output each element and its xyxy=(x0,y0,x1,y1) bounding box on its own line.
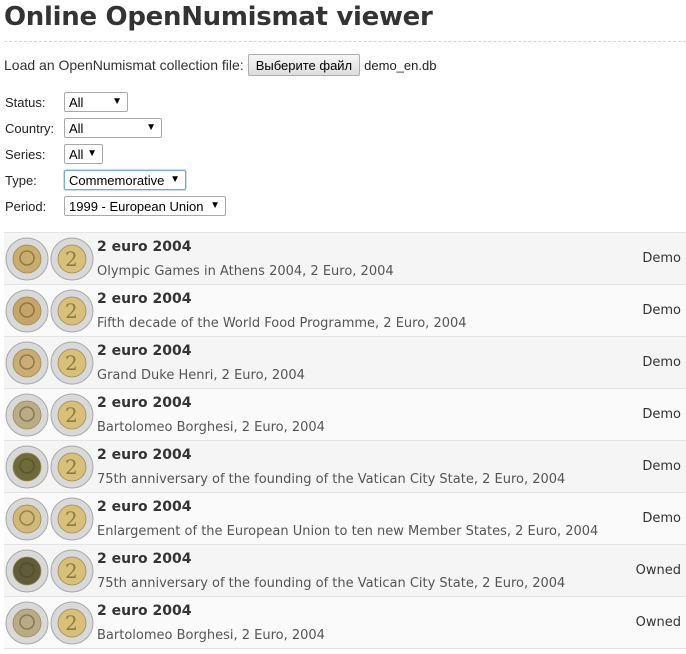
period-filter: Period: 1999 - European Union ▼ xyxy=(5,196,226,216)
type-select[interactable]: Commemorative ▼ xyxy=(64,170,186,190)
period-select-value: 1999 - European Union xyxy=(69,198,204,214)
coin-obverse-image xyxy=(5,289,49,333)
coin-title: 2 euro 2004 xyxy=(97,499,192,515)
coin-status: Demo xyxy=(642,355,681,370)
chevron-down-icon: ▼ xyxy=(87,148,97,159)
file-loader: Load an OpenNumismat collection file: Вы… xyxy=(4,54,436,76)
coin-status: Demo xyxy=(642,251,681,266)
type-select-value: Commemorative xyxy=(69,172,165,188)
coin-description: 75th anniversary of the founding of the … xyxy=(97,576,566,591)
coin-status: Demo xyxy=(642,459,681,474)
coin-reverse-image: 2 xyxy=(50,289,94,333)
coin-list-item[interactable]: 2 2 euro 2004 Fifth decade of the World … xyxy=(4,285,686,337)
chevron-down-icon: ▼ xyxy=(112,96,122,107)
coin-description: Enlargement of the European Union to ten… xyxy=(97,524,599,539)
coin-description: 75th anniversary of the founding of the … xyxy=(97,472,566,487)
coin-title: 2 euro 2004 xyxy=(97,395,192,411)
series-select-value: All xyxy=(69,146,84,162)
coin-obverse-image xyxy=(5,341,49,385)
title-divider xyxy=(4,41,686,42)
coin-list-item[interactable]: 2 2 euro 2004 75th anniversary of the fo… xyxy=(4,545,686,597)
coin-status: Owned xyxy=(635,615,681,630)
coin-description: Fifth decade of the World Food Programme… xyxy=(97,316,467,331)
coin-status: Demo xyxy=(642,511,681,526)
series-select[interactable]: All ▼ xyxy=(64,144,103,164)
coin-list: 2 2 euro 2004 Olympic Games in Athens 20… xyxy=(4,232,686,649)
coin-reverse-image: 2 xyxy=(50,237,94,281)
series-filter-label: Series: xyxy=(5,146,46,162)
coin-title: 2 euro 2004 xyxy=(97,291,192,307)
coin-list-item[interactable]: 2 2 euro 2004 Bartolomeo Borghesi, 2 Eur… xyxy=(4,389,686,441)
coin-obverse-image xyxy=(5,237,49,281)
coin-title: 2 euro 2004 xyxy=(97,603,192,619)
coin-reverse-image: 2 xyxy=(50,393,94,437)
coin-list-item[interactable]: 2 2 euro 2004 Enlargement of the Europea… xyxy=(4,493,686,545)
svg-text:2: 2 xyxy=(65,611,78,635)
country-select[interactable]: All ▼ xyxy=(64,118,162,138)
svg-text:2: 2 xyxy=(65,455,78,479)
coin-title: 2 euro 2004 xyxy=(97,447,192,463)
coin-description: Olympic Games in Athens 2004, 2 Euro, 20… xyxy=(97,264,394,279)
svg-text:2: 2 xyxy=(65,299,78,323)
coin-status: Demo xyxy=(642,303,681,318)
status-filter: Status: All ▼ xyxy=(5,92,128,112)
coin-description: Grand Duke Henri, 2 Euro, 2004 xyxy=(97,368,305,383)
series-filter: Series: All ▼ xyxy=(5,144,103,164)
coin-title: 2 euro 2004 xyxy=(97,343,192,359)
coin-list-item[interactable]: 2 2 euro 2004 Grand Duke Henri, 2 Euro, … xyxy=(4,337,686,389)
coin-list-item[interactable]: 2 2 euro 2004 Olympic Games in Athens 20… xyxy=(4,233,686,285)
coin-reverse-image: 2 xyxy=(50,341,94,385)
period-filter-label: Period: xyxy=(5,198,47,214)
type-filter: Type: Commemorative ▼ xyxy=(5,170,186,190)
chevron-down-icon: ▼ xyxy=(210,200,220,211)
coin-obverse-image xyxy=(5,445,49,489)
svg-text:2: 2 xyxy=(65,559,78,583)
chevron-down-icon: ▼ xyxy=(146,122,156,133)
chevron-down-icon: ▼ xyxy=(170,174,180,185)
coin-status: Demo xyxy=(642,407,681,422)
svg-text:2: 2 xyxy=(65,351,78,375)
status-select[interactable]: All ▼ xyxy=(64,92,128,112)
coin-obverse-image xyxy=(5,601,49,645)
status-select-value: All xyxy=(69,94,84,110)
svg-text:2: 2 xyxy=(65,247,78,271)
country-filter: Country: All ▼ xyxy=(5,118,162,138)
coin-obverse-image xyxy=(5,497,49,541)
coin-reverse-image: 2 xyxy=(50,445,94,489)
coin-reverse-image: 2 xyxy=(50,497,94,541)
coin-title: 2 euro 2004 xyxy=(97,551,192,567)
coin-title: 2 euro 2004 xyxy=(97,239,192,255)
country-select-value: All xyxy=(69,120,84,136)
choose-file-button[interactable]: Выберите файл xyxy=(247,54,361,76)
svg-text:2: 2 xyxy=(65,403,78,427)
coin-obverse-image xyxy=(5,393,49,437)
period-select[interactable]: 1999 - European Union ▼ xyxy=(64,196,226,216)
coin-reverse-image: 2 xyxy=(50,549,94,593)
coin-description: Bartolomeo Borghesi, 2 Euro, 2004 xyxy=(97,420,325,435)
coin-status: Owned xyxy=(635,563,681,578)
coin-list-item[interactable]: 2 2 euro 2004 Bartolomeo Borghesi, 2 Eur… xyxy=(4,597,686,649)
status-filter-label: Status: xyxy=(5,94,46,110)
coin-obverse-image xyxy=(5,549,49,593)
coin-list-item[interactable]: 2 2 euro 2004 75th anniversary of the fo… xyxy=(4,441,686,493)
selected-file-name: demo_en.db xyxy=(364,57,437,73)
file-label: Load an OpenNumismat collection file: xyxy=(4,57,244,73)
type-filter-label: Type: xyxy=(5,172,37,188)
coin-reverse-image: 2 xyxy=(50,601,94,645)
coin-description: Bartolomeo Borghesi, 2 Euro, 2004 xyxy=(97,628,325,643)
page-title: Online OpenNumismat viewer xyxy=(4,2,433,32)
country-filter-label: Country: xyxy=(5,120,55,136)
svg-text:2: 2 xyxy=(65,507,78,531)
